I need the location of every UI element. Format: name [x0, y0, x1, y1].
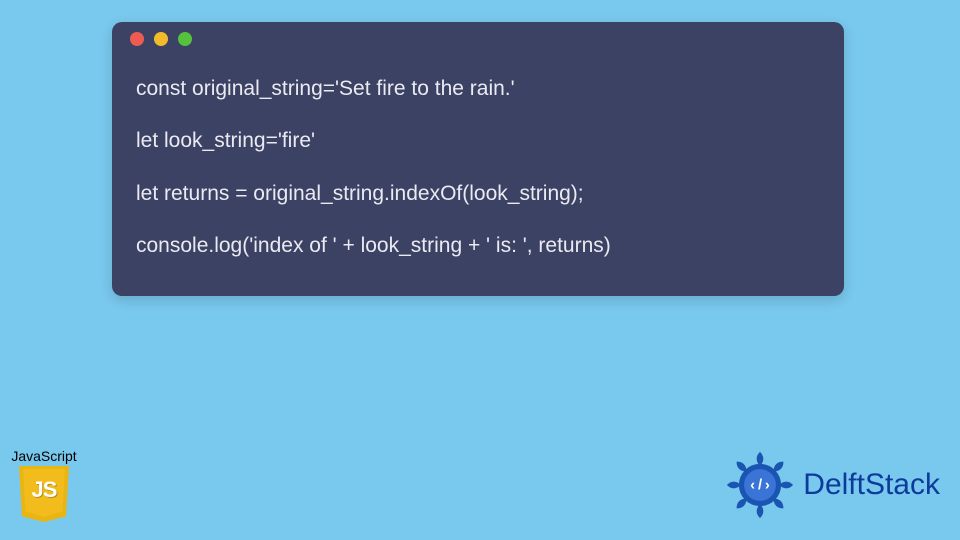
- code-line: console.log('index of ' + look_string + …: [136, 231, 820, 261]
- maximize-dot-icon: [178, 32, 192, 46]
- svg-text:‹: ‹: [750, 477, 755, 493]
- delftstack-text: DelftStack: [803, 468, 940, 502]
- javascript-shield-icon: JS: [19, 466, 69, 522]
- delftstack-logo-icon: ‹ / ›: [723, 448, 797, 522]
- minimize-dot-icon: [154, 32, 168, 46]
- code-line: const original_string='Set fire to the r…: [136, 74, 820, 104]
- delftstack-brand: ‹ / › DelftStack: [723, 448, 940, 522]
- window-titlebar: [112, 22, 844, 56]
- code-body: const original_string='Set fire to the r…: [112, 56, 844, 296]
- close-dot-icon: [130, 32, 144, 46]
- code-line: let look_string='fire': [136, 126, 820, 156]
- code-line: let returns = original_string.indexOf(lo…: [136, 179, 820, 209]
- code-window: const original_string='Set fire to the r…: [112, 22, 844, 296]
- javascript-label: JavaScript: [8, 448, 80, 464]
- svg-text:›: ›: [765, 477, 770, 493]
- svg-text:/: /: [758, 477, 762, 493]
- javascript-logo-text: JS: [23, 477, 65, 503]
- javascript-badge: JavaScript JS: [8, 448, 80, 522]
